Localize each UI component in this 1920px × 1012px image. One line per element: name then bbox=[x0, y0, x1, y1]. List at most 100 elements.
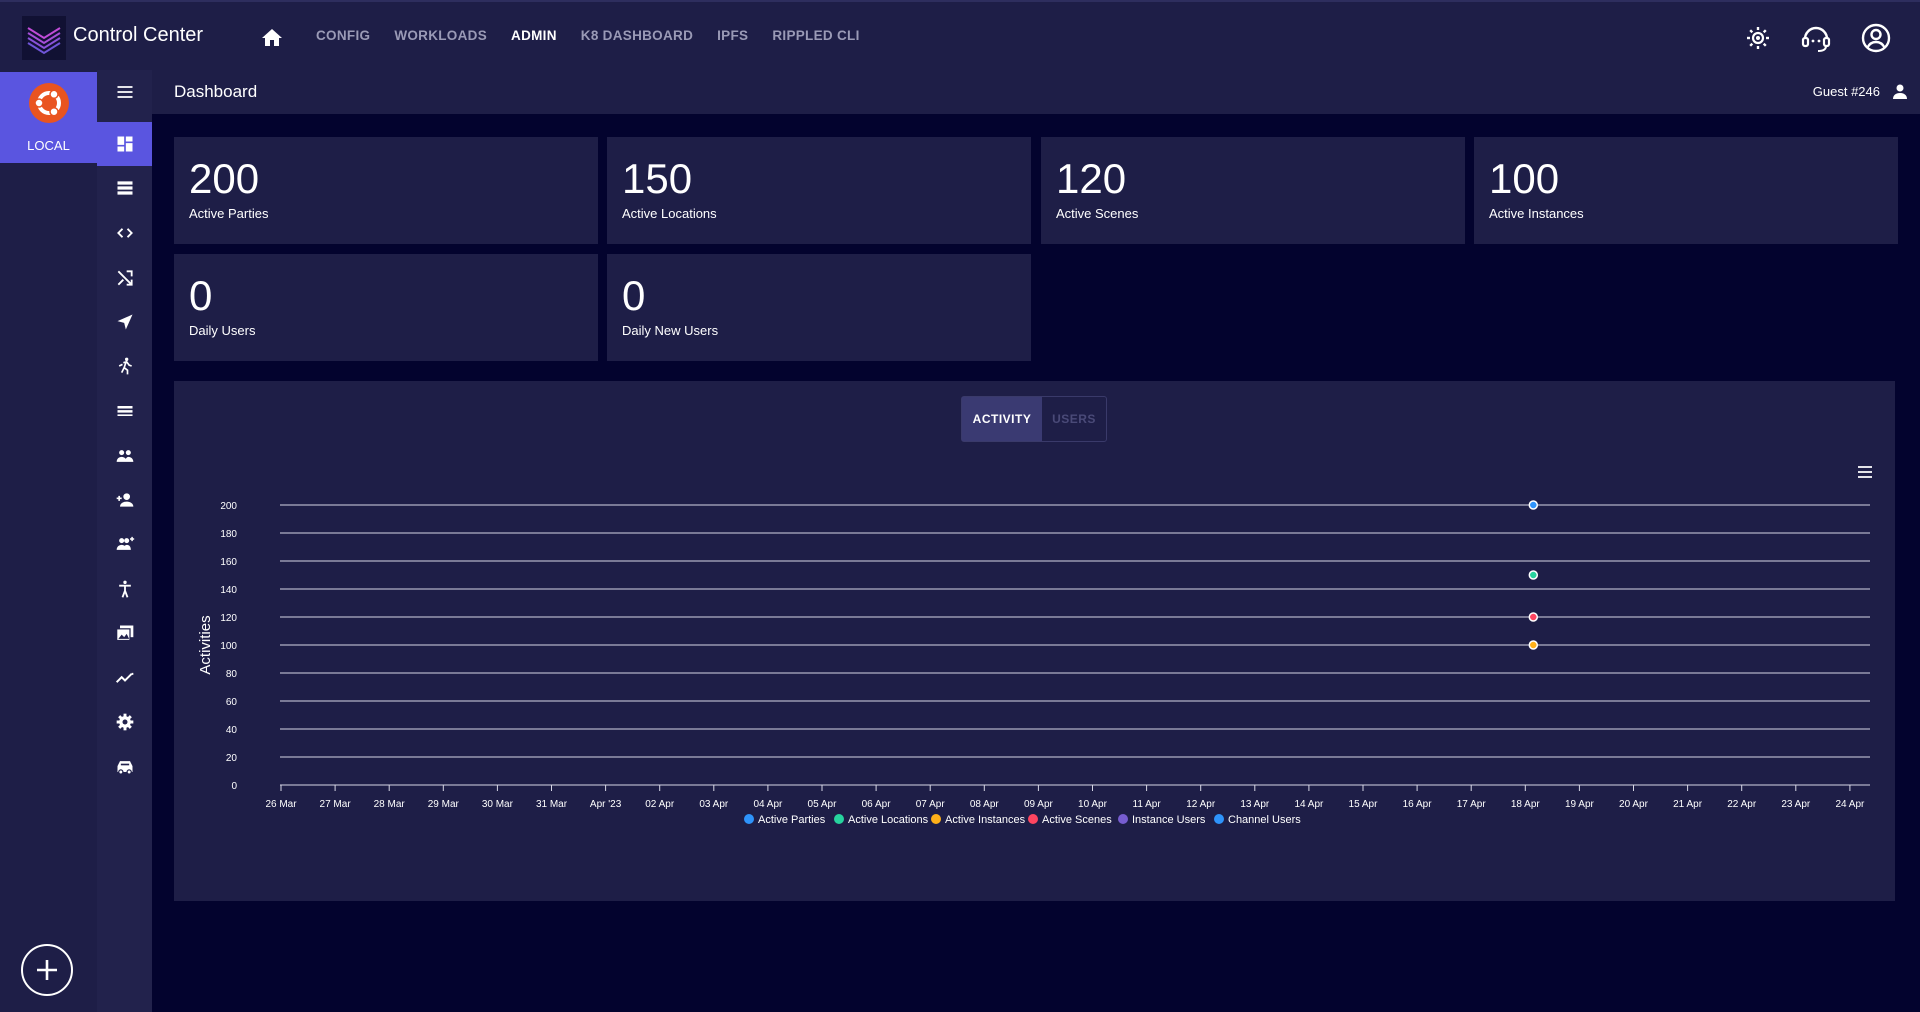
brightness-icon[interactable] bbox=[1746, 26, 1770, 50]
y-tick-label: 40 bbox=[226, 725, 238, 736]
nav-ipfs[interactable]: IPFS bbox=[717, 28, 748, 43]
stat-value: 200 bbox=[189, 155, 260, 202]
sidebar-item-analytics[interactable] bbox=[97, 656, 152, 700]
stat-value: 100 bbox=[1489, 155, 1560, 202]
legend-marker bbox=[834, 814, 844, 824]
nav-k8-dashboard[interactable]: K8 DASHBOARD bbox=[581, 28, 693, 43]
legend-marker bbox=[1214, 814, 1224, 824]
x-tick-label: 24 Apr bbox=[1835, 799, 1865, 810]
activity-chart: 0 20 40 60 80 100 120 140 160 180 200 26 Mar 27 Mar 2… bbox=[197, 500, 1870, 826]
sidebar-item-group-add[interactable] bbox=[97, 522, 152, 566]
y-tick-label: 180 bbox=[220, 529, 237, 540]
stat-label: Active Instances bbox=[1489, 206, 1584, 221]
sidebar-item-accessibility[interactable] bbox=[97, 567, 152, 611]
x-tick-label: 26 Mar bbox=[265, 799, 297, 810]
stat-value: 150 bbox=[622, 155, 693, 202]
legend-marker bbox=[1118, 814, 1128, 824]
x-tick-label: 04 Apr bbox=[753, 799, 783, 810]
legend-label: Active Locations bbox=[848, 814, 929, 826]
user-name[interactable]: Guest #246 bbox=[1813, 84, 1880, 99]
app-logo[interactable] bbox=[22, 16, 66, 60]
x-tick-label: 14 Apr bbox=[1294, 799, 1324, 810]
x-tick-label: 16 Apr bbox=[1403, 799, 1433, 810]
nav-rippled-cli[interactable]: RIPPLED CLI bbox=[772, 28, 859, 43]
x-tick-label: 29 Mar bbox=[428, 799, 460, 810]
account-circle-icon[interactable] bbox=[1860, 22, 1892, 54]
x-tick-label: 22 Apr bbox=[1727, 799, 1757, 810]
data-point bbox=[1528, 640, 1539, 650]
y-tick-label: 120 bbox=[220, 613, 237, 624]
sidebar-item-navigation[interactable] bbox=[97, 300, 152, 344]
sidebar-item-users[interactable] bbox=[97, 434, 152, 478]
sidebar-item-dashboard[interactable] bbox=[97, 122, 152, 166]
x-tick-label: 10 Apr bbox=[1078, 799, 1108, 810]
menu-toggle-button[interactable] bbox=[97, 70, 152, 114]
stat-label: Daily New Users bbox=[622, 323, 719, 338]
x-tick-label: 12 Apr bbox=[1186, 799, 1216, 810]
y-tick-label: 20 bbox=[226, 753, 238, 764]
sidebar-item-add-user[interactable] bbox=[97, 478, 152, 522]
sidebar-item-settings[interactable] bbox=[97, 700, 152, 744]
sidebar-item-media[interactable] bbox=[97, 611, 152, 655]
local-label: LOCAL bbox=[27, 138, 70, 153]
sidebar-item-code[interactable] bbox=[97, 211, 152, 255]
nav-workloads[interactable]: WORKLOADS bbox=[394, 28, 487, 43]
stat-card-active-scenes: 120 Active Scenes bbox=[1041, 137, 1465, 244]
running-person-icon bbox=[118, 357, 132, 375]
group-add-icon bbox=[116, 536, 134, 550]
stat-value: 0 bbox=[189, 272, 213, 319]
people-icon bbox=[116, 450, 133, 462]
legend-label: Channel Users bbox=[1228, 814, 1301, 826]
nav-config[interactable]: CONFIG bbox=[316, 28, 370, 43]
trending-line-icon bbox=[115, 672, 133, 683]
data-point bbox=[1528, 500, 1539, 510]
y-tick-label: 100 bbox=[220, 641, 237, 652]
local-workspace-button[interactable]: LOCAL bbox=[0, 72, 97, 163]
sidebar-item-list[interactable] bbox=[97, 166, 152, 210]
x-tick-label: 08 Apr bbox=[970, 799, 1000, 810]
nav-admin[interactable]: ADMIN bbox=[511, 28, 557, 43]
sidebar-item-vehicle[interactable] bbox=[97, 745, 152, 789]
sidebar-item-layers[interactable] bbox=[97, 389, 152, 433]
y-tick-label: 80 bbox=[226, 669, 238, 680]
sidebar-item-run[interactable] bbox=[97, 344, 152, 388]
x-tick-label: 15 Apr bbox=[1349, 799, 1379, 810]
y-tick-label: 60 bbox=[226, 697, 238, 708]
y-tick-label: 140 bbox=[220, 585, 237, 596]
person-icon[interactable] bbox=[1892, 83, 1908, 99]
x-tick-label: 07 Apr bbox=[916, 799, 946, 810]
y-tick-label: 200 bbox=[220, 501, 237, 512]
layers-bar-icon bbox=[117, 406, 132, 416]
x-tick-label: 06 Apr bbox=[862, 799, 892, 810]
x-tick-label: 20 Apr bbox=[1619, 799, 1649, 810]
person-add-icon bbox=[116, 493, 133, 507]
dashboard-icon bbox=[117, 136, 132, 152]
legend-label: Active Instances bbox=[945, 814, 1026, 826]
x-tick-label: 09 Apr bbox=[1024, 799, 1054, 810]
shuffle-icon bbox=[117, 270, 133, 286]
stat-card-daily-users: 0 Daily Users bbox=[174, 254, 598, 361]
stat-card-daily-new-users: 0 Daily New Users bbox=[607, 254, 1031, 361]
stat-label: Active Scenes bbox=[1056, 206, 1139, 221]
stat-label: Active Locations bbox=[622, 206, 717, 221]
support-agent-icon[interactable] bbox=[1800, 22, 1832, 54]
navigation-arrow-icon bbox=[117, 314, 132, 330]
legend-label: Active Scenes bbox=[1042, 814, 1112, 826]
add-workspace-button[interactable] bbox=[21, 944, 73, 996]
x-tick-label: Apr '23 bbox=[590, 799, 622, 810]
stat-card-active-parties: 200 Active Parties bbox=[174, 137, 598, 244]
plus-icon bbox=[37, 960, 57, 980]
y-tick-label: 0 bbox=[231, 781, 237, 792]
x-tick-label: 02 Apr bbox=[645, 799, 675, 810]
legend-marker bbox=[931, 814, 941, 824]
x-tick-label: 18 Apr bbox=[1511, 799, 1541, 810]
legend-marker bbox=[744, 814, 754, 824]
x-tick-label: 21 Apr bbox=[1673, 799, 1703, 810]
data-point bbox=[1528, 570, 1539, 580]
car-icon bbox=[117, 761, 132, 775]
legend-label: Active Parties bbox=[758, 814, 826, 826]
sidebar-item-shuffle[interactable] bbox=[97, 256, 152, 300]
stat-label: Daily Users bbox=[189, 323, 256, 338]
y-axis-title: Activities bbox=[197, 615, 214, 674]
home-icon[interactable] bbox=[260, 26, 284, 50]
